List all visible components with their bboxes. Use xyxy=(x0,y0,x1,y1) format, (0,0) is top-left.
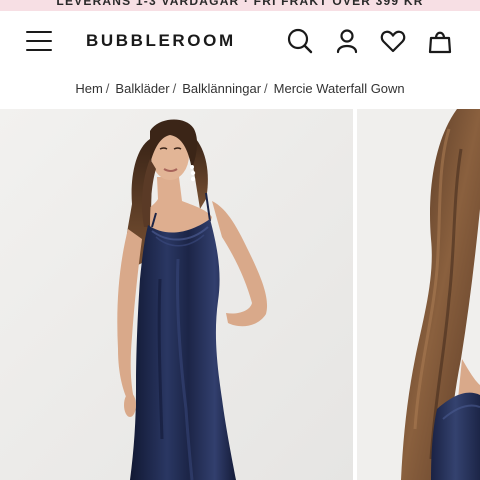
menu-icon[interactable] xyxy=(26,31,54,53)
product-gallery[interactable] xyxy=(0,109,480,480)
bag-icon[interactable] xyxy=(426,27,454,55)
promo-bar: LEVERANS 1-3 VARDAGAR · FRI FRAKT ÖVER 3… xyxy=(0,0,480,11)
breadcrumb-balklader[interactable]: Balkläder xyxy=(115,81,169,96)
user-icon[interactable] xyxy=(333,27,361,55)
search-icon[interactable] xyxy=(286,27,314,55)
breadcrumb-separator: / xyxy=(172,80,177,96)
breadcrumb-separator: / xyxy=(105,80,110,96)
breadcrumb-current: Mercie Waterfall Gown xyxy=(273,80,405,96)
promo-text: LEVERANS 1-3 VARDAGAR · FRI FRAKT ÖVER 3… xyxy=(56,0,424,8)
breadcrumb-balklanningar[interactable]: Balklänningar xyxy=(182,81,261,96)
product-image-secondary[interactable] xyxy=(357,109,480,480)
site-logo[interactable]: BUBBLEROOM xyxy=(86,31,236,51)
site-header: BUBBLEROOM xyxy=(0,11,480,69)
heart-icon[interactable] xyxy=(379,27,407,55)
breadcrumb-separator: / xyxy=(264,80,268,96)
product-image-main[interactable] xyxy=(0,109,353,480)
breadcrumb-home[interactable]: Hem xyxy=(75,81,102,96)
breadcrumb: Hem / Balkläder / Balklänningar / Mercie… xyxy=(0,69,480,107)
